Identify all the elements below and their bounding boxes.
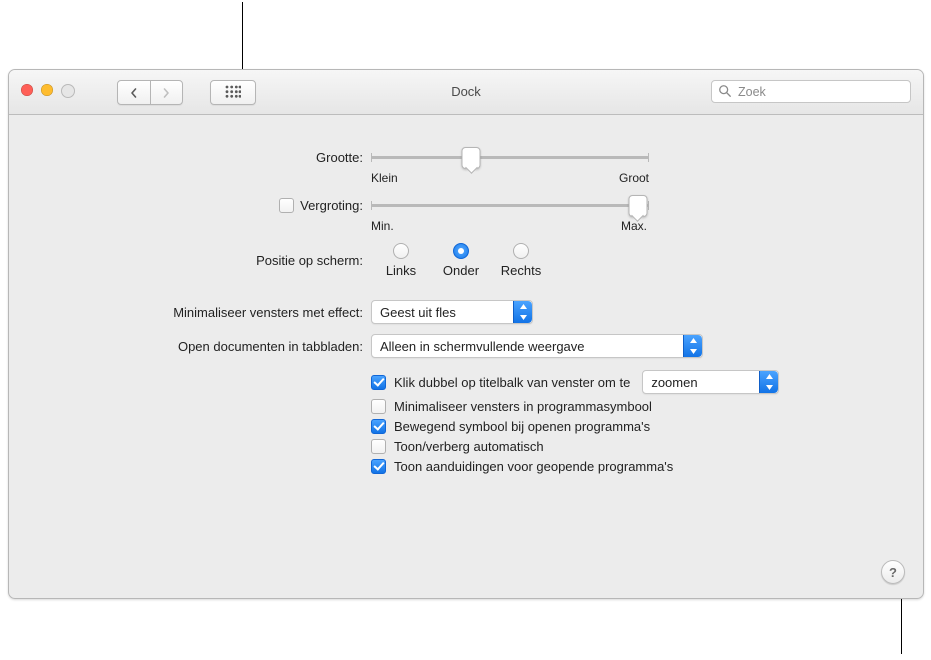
minimize-effect-label: Minimaliseer vensters met effect: (173, 305, 363, 320)
position-option-links: Links (371, 243, 431, 278)
size-row: Grootte: Klein Groot (31, 147, 901, 167)
magnification-max-label: Max. (621, 219, 647, 233)
slider-track (371, 204, 649, 207)
autohide-row: Toon/verberg automatisch (371, 439, 901, 454)
double-click-label: Klik dubbel op titelbalk van venster om … (394, 375, 630, 390)
position-radio-label: Rechts (501, 263, 541, 278)
position-option-onder: Onder (431, 243, 491, 278)
magnification-label: Vergroting: (300, 198, 363, 213)
minimize-effect-row: Minimaliseer vensters met effect: Geest … (31, 300, 901, 324)
open-docs-value: Alleen in schermvullende weergave (380, 339, 585, 354)
animate-open-checkbox[interactable] (371, 419, 386, 434)
preferences-window: Dock Grootte: Klein Groot (8, 69, 924, 599)
open-docs-label: Open documenten in tabbladen: (178, 339, 363, 354)
position-option-rechts: Rechts (491, 243, 551, 278)
double-click-action-value: zoomen (651, 375, 697, 390)
slider-tick (648, 201, 649, 210)
animate-open-label: Bewegend symbool bij openen programma's (394, 419, 650, 434)
slider-tick (371, 201, 372, 210)
minimize-into-label: Minimaliseer vensters in programmasymboo… (394, 399, 652, 414)
open-docs-popup[interactable]: Alleen in schermvullende weergave (371, 334, 703, 358)
minimize-effect-value: Geest uit fles (380, 305, 456, 320)
annotation-leader-top (242, 2, 243, 70)
size-label: Grootte: (316, 150, 363, 165)
slider-track (371, 156, 649, 159)
slider-thumb[interactable] (628, 195, 647, 217)
double-click-checkbox[interactable] (371, 375, 386, 390)
position-radio-rechts[interactable] (513, 243, 529, 259)
size-min-label: Klein (371, 171, 398, 185)
double-click-action-popup[interactable]: zoomen (642, 370, 779, 394)
popup-stepper-icon (683, 335, 702, 357)
magnification-checkbox[interactable] (279, 198, 294, 213)
magnification-min-label: Min. (371, 219, 394, 233)
popup-stepper-icon (759, 371, 778, 393)
preferences-body: Grootte: Klein Groot Vergroting: (9, 115, 923, 474)
slider-thumb[interactable] (462, 147, 481, 169)
minimize-effect-popup[interactable]: Geest uit fles (371, 300, 533, 324)
minimize-into-checkbox[interactable] (371, 399, 386, 414)
position-radio-onder[interactable] (453, 243, 469, 259)
slider-tick (648, 153, 649, 162)
position-row: Positie op scherm: Links Onder Rechts (31, 243, 901, 278)
autohide-label: Toon/verberg automatisch (394, 439, 544, 454)
help-button[interactable]: ? (881, 560, 905, 584)
autohide-checkbox[interactable] (371, 439, 386, 454)
magnification-row: Vergroting: Min. Max. (31, 195, 901, 215)
indicators-label: Toon aanduidingen voor geopende programm… (394, 459, 673, 474)
help-icon: ? (889, 565, 897, 580)
search-field-wrapper (711, 80, 911, 103)
slider-tick (371, 153, 372, 162)
search-input[interactable] (711, 80, 911, 103)
magnification-slider[interactable] (371, 195, 649, 215)
window-toolbar: Dock (9, 70, 923, 115)
search-icon (718, 84, 732, 98)
position-radio-label: Links (386, 263, 416, 278)
position-label: Positie op scherm: (256, 253, 363, 268)
open-docs-row: Open documenten in tabbladen: Alleen in … (31, 334, 901, 358)
position-radio-links[interactable] (393, 243, 409, 259)
size-slider[interactable] (371, 147, 649, 167)
minimize-into-row: Minimaliseer vensters in programmasymboo… (371, 399, 901, 414)
annotation-leader-bottom (901, 596, 902, 654)
indicators-checkbox[interactable] (371, 459, 386, 474)
position-radio-label: Onder (443, 263, 479, 278)
indicators-row: Toon aanduidingen voor geopende programm… (371, 459, 901, 474)
animate-open-row: Bewegend symbool bij openen programma's (371, 419, 901, 434)
double-click-row: Klik dubbel op titelbalk van venster om … (371, 370, 901, 394)
size-max-label: Groot (619, 171, 649, 185)
popup-stepper-icon (513, 301, 532, 323)
